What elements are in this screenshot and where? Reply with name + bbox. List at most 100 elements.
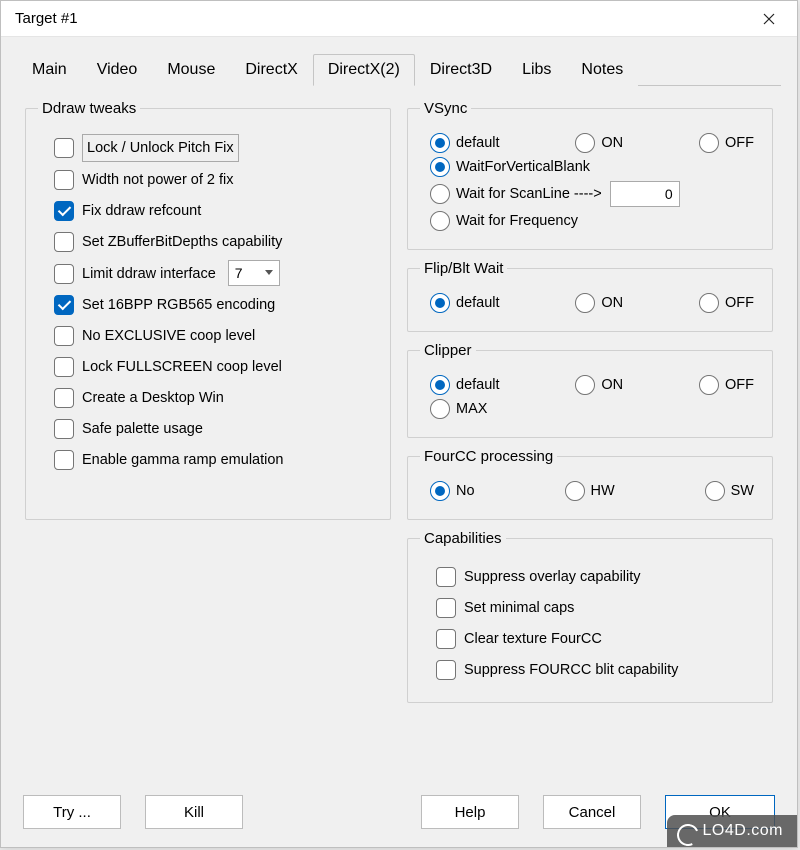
ddraw-checkbox-9[interactable] — [54, 419, 74, 439]
tab-mouse[interactable]: Mouse — [152, 54, 230, 86]
ddraw-label-0[interactable]: Lock / Unlock Pitch Fix — [82, 134, 239, 162]
group-flip-blt-wait: Flip/Blt Wait default ON OFF — [407, 260, 773, 332]
ddraw-label-2[interactable]: Fix ddraw refcount — [82, 198, 201, 224]
caps-checkbox-2[interactable] — [436, 629, 456, 649]
help-button[interactable]: Help — [421, 795, 519, 829]
tab-direct3d[interactable]: Direct3D — [415, 54, 507, 86]
tab-libs[interactable]: Libs — [507, 54, 566, 86]
clipper-option-1[interactable]: ON — [575, 375, 623, 395]
ddraw-label-4[interactable]: Limit ddraw interface — [82, 261, 216, 287]
vsync-freq-option-0[interactable]: Wait for Frequency — [430, 211, 578, 231]
vsync-wait-radio-0[interactable] — [430, 157, 450, 177]
clipper-max-radio-0[interactable] — [430, 399, 450, 419]
ddraw-row-2: Fix ddraw refcount — [54, 198, 378, 224]
group-vsync-legend: VSync — [420, 100, 471, 117]
tab-notes[interactable]: Notes — [566, 54, 638, 86]
ddraw-label-10[interactable]: Enable gamma ramp emulation — [82, 447, 284, 473]
group-clipper-legend: Clipper — [420, 342, 476, 359]
cancel-button[interactable]: Cancel — [543, 795, 641, 829]
vsync-freq-radio-label-0: Wait for Frequency — [456, 213, 578, 229]
vsync-scanline-option-0[interactable]: Wait for ScanLine ----> — [430, 184, 602, 204]
clipper-radio-label-0: default — [456, 377, 500, 393]
vsync-mode-radio-label-0: default — [456, 135, 500, 151]
vsync-wait-option-0[interactable]: WaitForVerticalBlank — [430, 157, 590, 177]
tab-directx[interactable]: DirectX — [230, 54, 312, 86]
close-button[interactable] — [751, 5, 787, 33]
caps-row-0: Suppress overlay capability — [436, 564, 760, 590]
ddraw-checkbox-8[interactable] — [54, 388, 74, 408]
clipper-radio-2[interactable] — [699, 375, 719, 395]
fourcc-radio-0[interactable] — [430, 481, 450, 501]
tab-main[interactable]: Main — [17, 54, 82, 86]
flip-option-1[interactable]: ON — [575, 293, 623, 313]
clipper-radio-0[interactable] — [430, 375, 450, 395]
tab-bar: MainVideoMouseDirectXDirectX(2)Direct3DL… — [17, 53, 781, 86]
tab-directx2[interactable]: DirectX(2) — [313, 54, 415, 86]
ddraw-label-1[interactable]: Width not power of 2 fix — [82, 167, 234, 193]
caps-label-1[interactable]: Set minimal caps — [464, 595, 574, 621]
tab-video[interactable]: Video — [82, 54, 153, 86]
caps-checkbox-0[interactable] — [436, 567, 456, 587]
caps-label-0[interactable]: Suppress overlay capability — [464, 564, 641, 590]
caps-checkbox-3[interactable] — [436, 660, 456, 680]
vsync-scanline-radio-0[interactable] — [430, 184, 450, 204]
caps-checkbox-1[interactable] — [436, 598, 456, 618]
ddraw-checkbox-2[interactable] — [54, 201, 74, 221]
ddraw-checkbox-7[interactable] — [54, 357, 74, 377]
fourcc-radio-1[interactable] — [565, 481, 585, 501]
ddraw-row-10: Enable gamma ramp emulation — [54, 447, 378, 473]
caps-label-3[interactable]: Suppress FOURCC blit capability — [464, 657, 678, 683]
ddraw-row-4: Limit ddraw interface 7 — [54, 260, 378, 287]
ddraw-checkbox-10[interactable] — [54, 450, 74, 470]
ddraw-checkbox-4[interactable] — [54, 264, 74, 284]
flip-option-2[interactable]: OFF — [699, 293, 754, 313]
vsync-freq-radio-0[interactable] — [430, 211, 450, 231]
fourcc-radio-2[interactable] — [705, 481, 725, 501]
close-icon — [763, 13, 775, 25]
vsync-mode-radio-0[interactable] — [430, 133, 450, 153]
caps-label-2[interactable]: Clear texture FourCC — [464, 626, 602, 652]
ddraw-row-6: No EXCLUSIVE coop level — [54, 323, 378, 349]
ddraw-row-3: Set ZBufferBitDepths capability — [54, 229, 378, 255]
ddraw-row-9: Safe palette usage — [54, 416, 378, 442]
fourcc-option-1[interactable]: HW — [565, 481, 615, 501]
ddraw-label-8[interactable]: Create a Desktop Win — [82, 385, 224, 411]
vsync-mode-option-1[interactable]: ON — [575, 133, 623, 153]
ddraw-row-5: Set 16BPP RGB565 encoding — [54, 292, 378, 318]
ddraw-label-5[interactable]: Set 16BPP RGB565 encoding — [82, 292, 275, 318]
ddraw-row-1: Width not power of 2 fix — [54, 167, 378, 193]
clipper-option-2[interactable]: OFF — [699, 375, 754, 395]
flip-radio-label-0: default — [456, 295, 500, 311]
ddraw-checkbox-0[interactable] — [54, 138, 74, 158]
kill-button[interactable]: Kill — [145, 795, 243, 829]
vsync-mode-option-0[interactable]: default — [430, 133, 500, 153]
group-ddraw-legend: Ddraw tweaks — [38, 100, 140, 117]
clipper-option-0[interactable]: default — [430, 375, 500, 395]
ddraw-label-3[interactable]: Set ZBufferBitDepths capability — [82, 229, 282, 255]
vsync-scanline-input[interactable] — [610, 181, 680, 207]
ddraw-select-4[interactable]: 7 — [228, 260, 280, 286]
ddraw-checkbox-3[interactable] — [54, 232, 74, 252]
flip-radio-0[interactable] — [430, 293, 450, 313]
flip-radio-label-2: OFF — [725, 295, 754, 311]
try-button[interactable]: Try ... — [23, 795, 121, 829]
ddraw-label-7[interactable]: Lock FULLSCREEN coop level — [82, 354, 282, 380]
vsync-mode-radio-1[interactable] — [575, 133, 595, 153]
clipper-radio-1[interactable] — [575, 375, 595, 395]
group-clipper: Clipper default ON OFF MAX — [407, 342, 773, 438]
fourcc-option-2[interactable]: SW — [705, 481, 754, 501]
group-flip-legend: Flip/Blt Wait — [420, 260, 507, 277]
ddraw-checkbox-1[interactable] — [54, 170, 74, 190]
ddraw-row-7: Lock FULLSCREEN coop level — [54, 354, 378, 380]
flip-radio-1[interactable] — [575, 293, 595, 313]
vsync-mode-option-2[interactable]: OFF — [699, 133, 754, 153]
flip-radio-2[interactable] — [699, 293, 719, 313]
fourcc-option-0[interactable]: No — [430, 481, 475, 501]
clipper-max-option-0[interactable]: MAX — [430, 399, 487, 419]
ddraw-label-6[interactable]: No EXCLUSIVE coop level — [82, 323, 255, 349]
flip-option-0[interactable]: default — [430, 293, 500, 313]
ddraw-label-9[interactable]: Safe palette usage — [82, 416, 203, 442]
ddraw-checkbox-5[interactable] — [54, 295, 74, 315]
vsync-mode-radio-2[interactable] — [699, 133, 719, 153]
ddraw-checkbox-6[interactable] — [54, 326, 74, 346]
